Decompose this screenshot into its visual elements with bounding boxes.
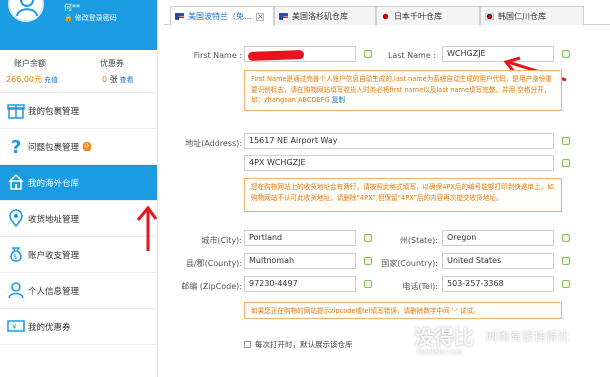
change-password-link[interactable]: 🔒 修改登录密码: [64, 13, 117, 23]
zip-note: 如果您正在购物的网站提示zipcode或tel填写错误，请删除数字中间 '-' …: [244, 302, 562, 319]
balance-label: 账户余额: [14, 59, 46, 68]
balance-value: 266.00元: [6, 75, 42, 84]
sidebar-item-coupons[interactable]: ¥ 我的优惠券: [0, 309, 157, 345]
country-field[interactable]: United States: [442, 253, 554, 269]
phone-label: 电话(Tel):: [402, 282, 438, 291]
sidebar-item-profile[interactable]: 个人信息管理: [0, 273, 157, 309]
copy-name-link[interactable]: 复制: [332, 96, 345, 104]
tab-portland[interactable]: 美国波特兰（免… ×: [170, 6, 274, 26]
problem-count-badge: 0: [83, 142, 91, 151]
sidebar-item-warehouse[interactable]: 我的海外仓库: [0, 165, 157, 201]
copy-icon[interactable]: [562, 234, 570, 242]
sidebar-item-label: 我的优惠券: [28, 322, 71, 333]
close-icon[interactable]: ×: [256, 12, 264, 21]
copy-icon[interactable]: [562, 280, 570, 288]
state-label: 州(State):: [399, 236, 438, 245]
copy-icon[interactable]: [562, 137, 570, 145]
name-note: First Name是通过完善个人账户信息自动生成的,last name为系统自…: [244, 70, 562, 111]
account-summary: 账户余额 优惠券 266.00元 充值 0 张查看: [0, 50, 157, 93]
location-pin-icon: [9, 209, 23, 227]
coupon-label: 优惠券: [100, 59, 124, 68]
japan-flag-icon: [381, 12, 390, 20]
default-warehouse-label: 每次打开时，默认展示该仓库: [255, 340, 353, 349]
default-warehouse-checkbox[interactable]: [244, 341, 251, 348]
tab-label: 日本千叶仓库: [394, 11, 442, 21]
recharge-link[interactable]: 充值: [44, 76, 58, 84]
sidebar-item-problem-packages[interactable]: ? 问题包裹管理 0: [0, 129, 157, 165]
house-icon: [8, 173, 24, 190]
first-name-label: First Name :: [193, 51, 242, 60]
coupon-view-link[interactable]: 查看: [120, 76, 134, 84]
coupon-unit: 张: [109, 75, 118, 84]
question-icon: ?: [11, 137, 21, 155]
sidebar-item-packages[interactable]: 我的包裹管理: [0, 93, 157, 129]
change-password-label: 修改登录密码: [74, 14, 117, 22]
state-field[interactable]: Oregon: [442, 230, 554, 246]
address-note: 您在购物网站上的收货地址会有两行，请按照此格式填写，以确保4PX后的编号能够打印…: [244, 178, 562, 212]
tab-label: 美国波特兰（免…: [188, 12, 252, 21]
coupon-icon: ¥: [7, 320, 25, 332]
svg-text:$: $: [13, 253, 17, 261]
sidebar-item-label: 账户收支管理: [28, 250, 80, 261]
sidebar-item-label: 我的包裹管理: [28, 106, 80, 117]
tab-los-angeles[interactable]: 美国洛杉矶仓库: [274, 6, 376, 25]
annotation-arrow-up: [136, 205, 158, 251]
city-label: 城市(City):: [201, 236, 242, 245]
zip-field[interactable]: 97230-4497: [244, 276, 356, 292]
person-icon: [8, 282, 24, 299]
watermark-logo: 没得比: [414, 325, 474, 349]
watermark-slogan: 网购有钱挂得比: [486, 330, 570, 343]
user-header: 何** 🔒 修改登录密码: [0, 0, 157, 50]
balance-value-row: 266.00元 充值: [6, 74, 58, 85]
user-icon: [16, 0, 38, 16]
address-label: 地址(Address):: [185, 139, 242, 148]
last-name-label: Last Name :: [387, 51, 436, 60]
tab-chiba[interactable]: 日本千叶仓库: [376, 6, 480, 25]
watermark-site: Meidebi.com: [416, 348, 462, 356]
phone-field[interactable]: 503-257-3368: [442, 276, 554, 292]
copy-icon[interactable]: [562, 159, 570, 167]
warehouse-panel: 美国波特兰（免… × 美国洛杉矶仓库 日本千叶仓库 韩国仁川仓库 First N…: [164, 0, 610, 377]
us-flag-icon: [279, 12, 288, 20]
address-line2-field[interactable]: 4PX WCHGZJE: [244, 155, 554, 171]
svg-text:¥: ¥: [12, 323, 17, 331]
city-field[interactable]: Portland: [244, 230, 356, 246]
korea-flag-icon: [485, 12, 494, 20]
country-label: 国家(Country):: [381, 259, 438, 268]
svg-text:?: ?: [11, 137, 21, 155]
copy-icon[interactable]: [562, 257, 570, 265]
username: 何**: [64, 3, 80, 12]
county-field[interactable]: Multnomah: [244, 253, 356, 269]
coupon-value: 0: [102, 75, 108, 84]
tab-label: 美国洛杉矶仓库: [292, 11, 348, 21]
sidebar-item-label: 我的海外仓库: [28, 178, 80, 189]
county-label: 县/郡(County):: [185, 259, 242, 268]
us-flag-icon: [175, 13, 184, 20]
coupon-value-row: 0 张查看: [102, 74, 134, 85]
money-bag-icon: $: [10, 247, 22, 262]
avatar[interactable]: [8, 0, 44, 22]
sidebar-item-label: 问题包裹管理: [28, 142, 80, 153]
sidebar-item-label: 个人信息管理: [28, 286, 80, 297]
default-warehouse-option[interactable]: 每次打开时，默认展示该仓库: [244, 339, 353, 350]
watermark: 没得比 Meidebi.com 网购有钱挂得比: [414, 321, 610, 363]
tab-incheon[interactable]: 韩国仁川仓库: [480, 6, 584, 25]
warehouse-tabs: 美国波特兰（免… × 美国洛杉矶仓库 日本千叶仓库 韩国仁川仓库: [164, 3, 610, 26]
sidebar: 何** 🔒 修改登录密码 账户余额 优惠券 266.00元 充值 0 张查看 我的包…: [0, 0, 158, 377]
sidebar-item-label: 收货地址管理: [28, 214, 80, 225]
address-line1-field[interactable]: 15617 NE Airport Way: [244, 133, 554, 149]
tab-label: 韩国仁川仓库: [498, 11, 546, 21]
lock-icon: 🔒: [64, 14, 73, 22]
zip-label: 邮编 (ZipCode):: [181, 282, 242, 291]
name-note-text: First Name是通过完善个人账户信息自动生成的,last name为系统自…: [251, 75, 552, 104]
gift-icon: [7, 104, 25, 119]
